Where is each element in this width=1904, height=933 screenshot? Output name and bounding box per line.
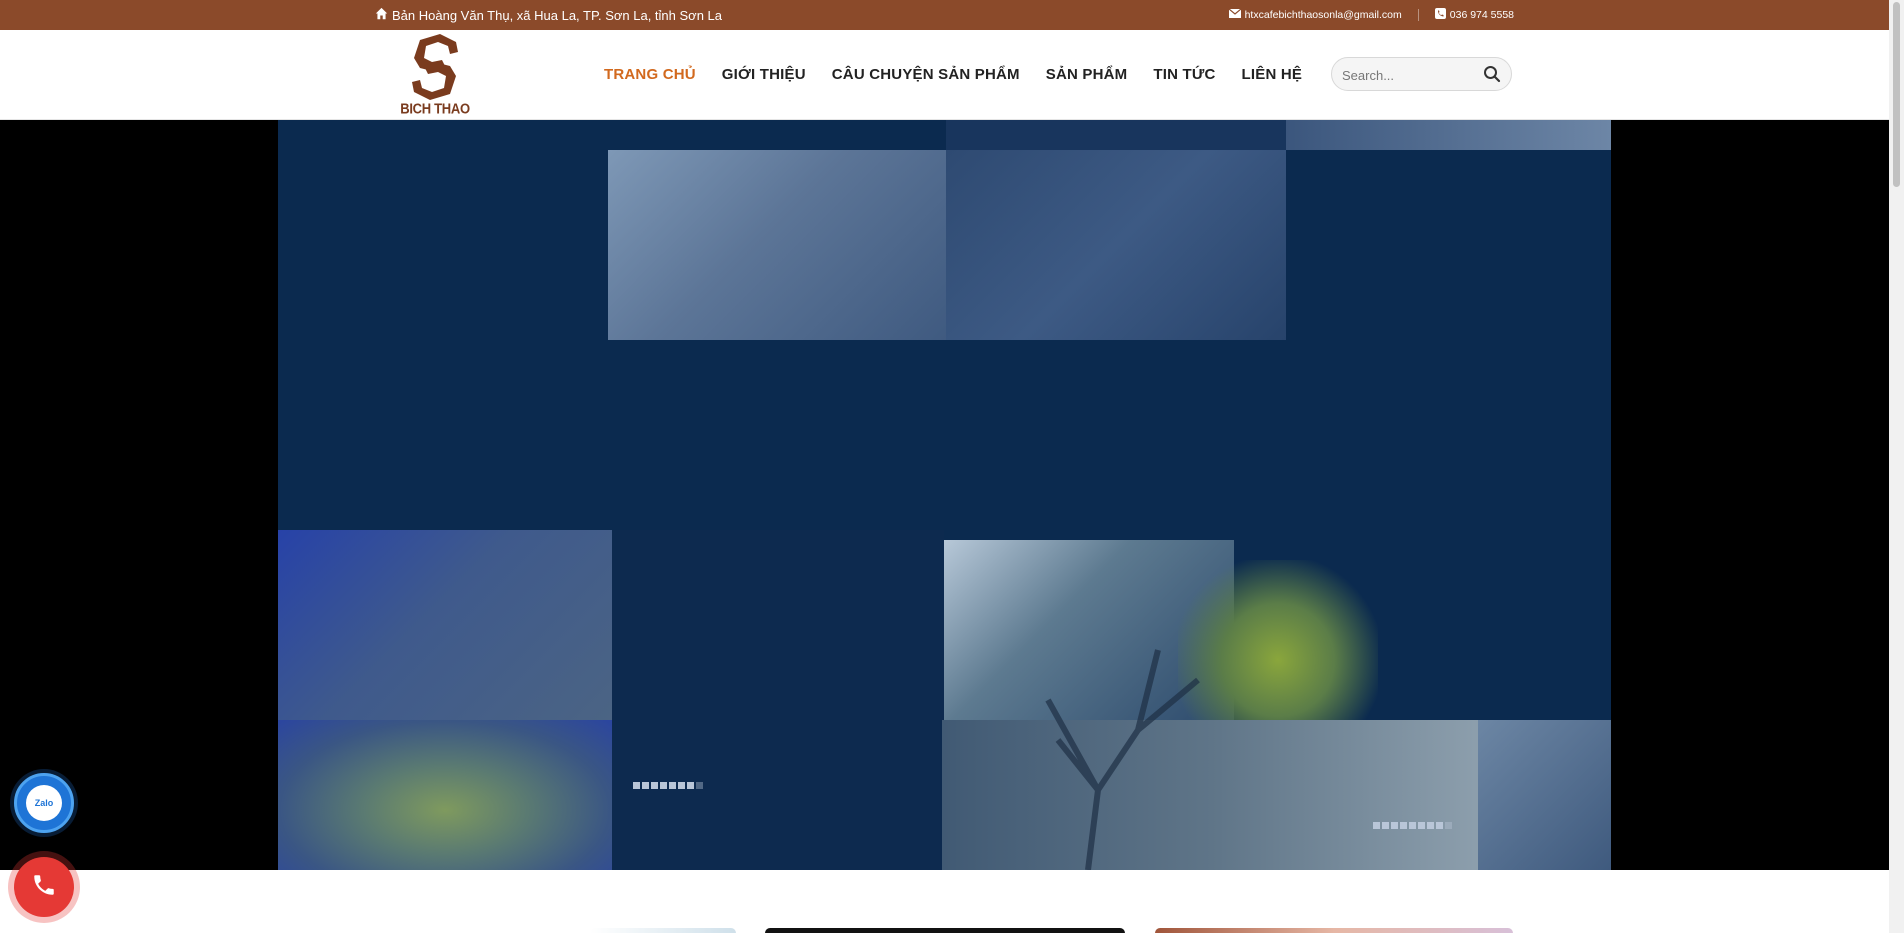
nav-item-lien-he[interactable]: LIÊN HỆ [1242, 66, 1303, 83]
video-frame-indicator [1373, 822, 1452, 829]
phone-text: 036 974 5558 [1449, 9, 1514, 21]
zalo-chat-button[interactable]: Zalo [14, 773, 74, 833]
product-card[interactable] [765, 928, 1125, 933]
logo[interactable]: BICH THAO COFFEE [380, 32, 490, 134]
home-icon [375, 7, 388, 23]
search-box [1331, 57, 1512, 91]
product-cards-row [0, 928, 1889, 933]
logo-mark-icon [412, 34, 458, 100]
nav-item-trang-chu[interactable]: TRANG CHỦ [604, 66, 696, 83]
video-frame-indicator [633, 782, 703, 789]
contact-info: htxcafebichthaosonla@gmail.com 036 974 5… [1228, 8, 1514, 22]
search-icon[interactable] [1483, 65, 1501, 87]
phone-square-icon [1434, 8, 1446, 22]
address: Bản Hoàng Văn Thụ, xã Hua La, TP. Sơn La… [375, 7, 722, 23]
email-link[interactable]: htxcafebichthaosonla@gmail.com [1228, 8, 1402, 21]
video-frame-tile [946, 120, 1286, 150]
main-nav: TRANG CHỦ GIỚI THIỆU CÂU CHUYỆN SẢN PHẨM… [604, 66, 1302, 83]
hero-video[interactable] [278, 120, 1611, 870]
phone-call-icon [31, 872, 57, 902]
product-card[interactable] [590, 928, 736, 933]
divider [1417, 9, 1419, 21]
scrollbar-thumb[interactable] [1893, 2, 1900, 187]
product-card[interactable] [1155, 928, 1513, 933]
nav-item-san-pham[interactable]: SẢN PHẨM [1046, 66, 1128, 83]
video-frame-tile [612, 530, 944, 870]
nav-item-tin-tuc[interactable]: TIN TỨC [1153, 66, 1215, 83]
nav-item-gioi-thieu[interactable]: GIỚI THIỆU [722, 66, 806, 83]
top-bar: Bản Hoàng Văn Thụ, xã Hua La, TP. Sơn La… [0, 0, 1889, 30]
phone-call-button[interactable] [14, 857, 74, 917]
email-text: htxcafebichthaosonla@gmail.com [1244, 9, 1402, 21]
video-frame-tile [1478, 720, 1611, 870]
page-scrollbar[interactable] [1889, 0, 1904, 933]
phone-link[interactable]: 036 974 5558 [1434, 8, 1514, 22]
page: Bản Hoàng Văn Thụ, xã Hua La, TP. Sơn La… [0, 0, 1904, 933]
video-frame-tile [946, 150, 1286, 340]
mail-icon [1228, 8, 1241, 21]
zalo-label: Zalo [34, 798, 54, 808]
video-frame-tile [1278, 120, 1611, 150]
video-frame-tile [278, 720, 612, 870]
video-frame-tile [278, 530, 612, 720]
nav-item-cau-chuyen-san-pham[interactable]: CÂU CHUYỆN SẢN PHẨM [832, 66, 1020, 83]
zalo-chat-icon: Zalo [26, 785, 62, 821]
video-tree-shape [1045, 649, 1200, 870]
header: BICH THAO COFFEE TRANG CHỦ GIỚI THIỆU CÂ… [0, 30, 1889, 134]
video-frame-tile [608, 150, 946, 340]
hero-section [0, 120, 1889, 870]
search-input[interactable] [1342, 65, 1482, 85]
address-text: Bản Hoàng Văn Thụ, xã Hua La, TP. Sơn La… [392, 7, 722, 23]
